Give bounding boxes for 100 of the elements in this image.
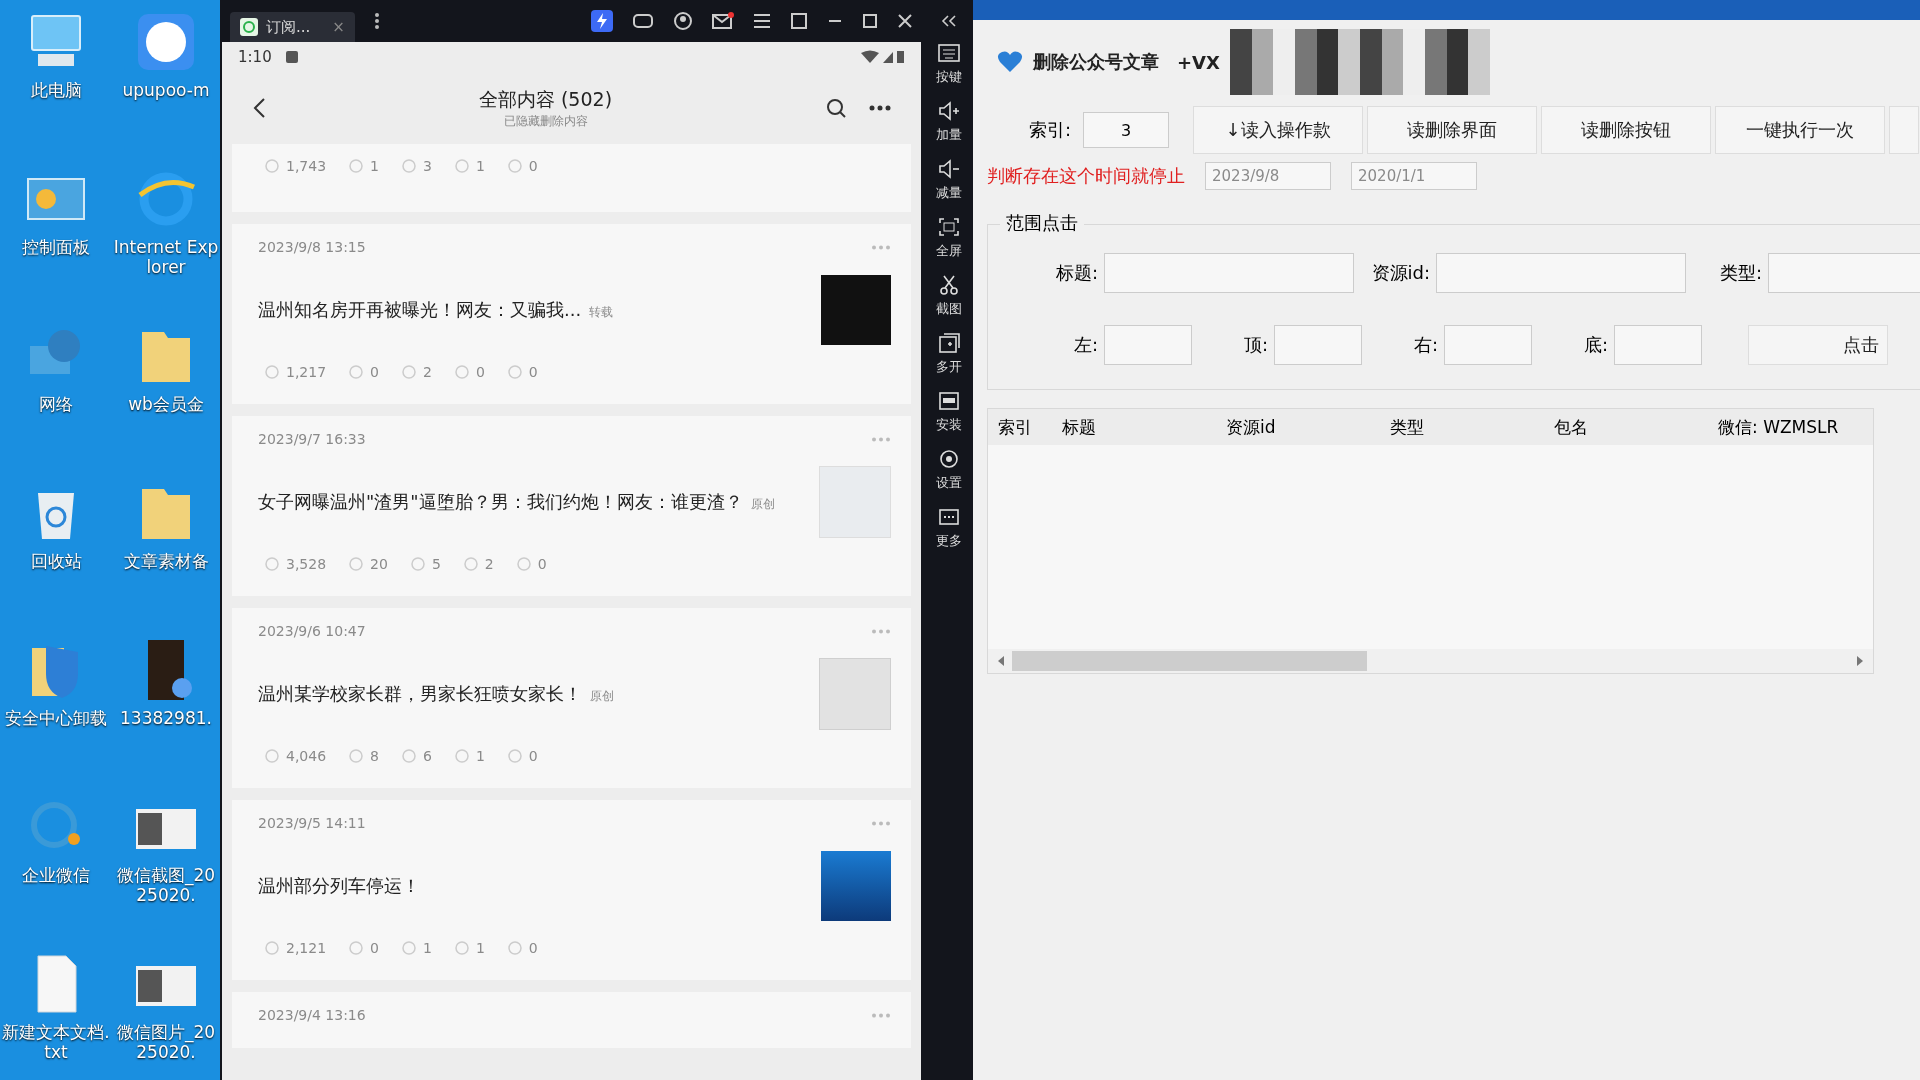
article-card[interactable]: 2023/9/6 10:47 温州某学校家长群，男家长狂喷女家长！ 原创 4,046 8 6 1 0 (232, 608, 911, 788)
stat-count: 1 (475, 940, 485, 956)
thumbnail-placeholder (821, 851, 891, 921)
desktop-icon-label: 微信图片_2025020. (115, 1022, 217, 1063)
lightning-icon[interactable] (591, 10, 613, 32)
scroll-right-icon[interactable] (1855, 656, 1863, 666)
article-title[interactable]: 温州知名房开再被曝光！网友：又骗我... (258, 298, 582, 322)
stat-count: 0 (475, 364, 485, 380)
keyboard-icon (937, 42, 961, 64)
text-field[interactable] (1436, 253, 1686, 293)
stat-count: 0 (528, 364, 538, 380)
heart-icon (997, 50, 1023, 74)
window-icon[interactable] (790, 12, 808, 30)
text-field[interactable] (1104, 325, 1192, 365)
app-icon (240, 18, 258, 36)
toolbar-button[interactable]: 加量 (936, 100, 962, 144)
menu-icon[interactable] (753, 13, 771, 29)
page-title: 全部内容 (502) (478, 86, 613, 112)
article-title[interactable]: 温州某学校家长群，男家长狂喷女家长！ (258, 682, 582, 706)
mail-icon[interactable] (712, 12, 734, 30)
field-label: 类型: (1718, 261, 1762, 285)
article-date: 2023/9/8 13:15 (258, 239, 366, 255)
index-field[interactable]: 3 (1083, 112, 1169, 148)
column-header[interactable]: 微信: WZMSLR (1718, 415, 1858, 439)
tab-label: 订阅... (266, 17, 311, 37)
article-title[interactable]: 温州部分列车停运！ (258, 874, 420, 898)
collapse-icon[interactable] (941, 14, 957, 28)
signal-icon (861, 50, 905, 64)
field-label: 右: (1412, 333, 1438, 357)
stat-count: 2 (423, 364, 432, 380)
article-date: 2023/9/5 14:11 (258, 815, 366, 831)
desktop-icon-label: 此电脑 (29, 80, 83, 101)
desktop-icon-label: 微信截图_2025020. (115, 865, 217, 906)
toolbar-button[interactable]: 全屏 (936, 216, 962, 260)
action-button[interactable]: 读删除按钮 (1541, 106, 1711, 154)
action-button[interactable]: 读删除界面 (1367, 106, 1537, 154)
desktop-icon-label: 文章素材备 (122, 551, 210, 572)
article-card[interactable]: 2023/9/7 16:33 女子网曝温州"渣男"逼堕胎？男：我们约炮！网友：谁更渣？ 原创 3,528 20 5 2 0 (232, 416, 911, 596)
column-header[interactable]: 标题 (1062, 415, 1226, 439)
settings-icon (937, 448, 961, 470)
page-subtitle: 已隐藏删除内容 (503, 112, 588, 130)
text-field[interactable] (1274, 325, 1362, 365)
tab-close-button[interactable]: × (332, 18, 345, 36)
back-icon[interactable] (252, 97, 266, 119)
stat-count: 0 (528, 158, 538, 174)
article-date: 2023/9/6 10:47 (258, 623, 366, 639)
text-field[interactable] (1614, 325, 1702, 365)
group-title: 范围点击 (1000, 211, 1084, 235)
column-header[interactable]: 包名 (1554, 415, 1718, 439)
column-header[interactable]: 类型 (1390, 415, 1554, 439)
toolbar-button[interactable]: 按键 (936, 42, 962, 86)
toolbar-button[interactable]: 更多 (936, 506, 962, 550)
stat-count: 8 (370, 748, 379, 764)
stat-count: 1 (475, 158, 485, 174)
toolbar-button[interactable]: 减量 (936, 158, 962, 202)
scroll-left-icon[interactable] (998, 656, 1006, 666)
field-label: 底: (1582, 333, 1608, 357)
close-icon[interactable] (897, 13, 913, 29)
toolbar-button[interactable]: 截图 (936, 274, 962, 318)
more-icon (937, 506, 961, 528)
click-button[interactable]: 点击 (1748, 325, 1888, 365)
stat-count: 0 (528, 940, 538, 956)
package-icon (937, 390, 961, 412)
action-button[interactable]: 一键执行一次 (1715, 106, 1885, 154)
more-icon[interactable] (869, 105, 891, 111)
stat-count: 5 (431, 556, 441, 572)
horizontal-scrollbar[interactable] (988, 649, 1873, 673)
article-title[interactable]: 女子网曝温州"渣男"逼堕胎？男：我们约炮！网友：谁更渣？ (258, 490, 743, 514)
text-field[interactable] (1444, 325, 1532, 365)
stat-count: 0 (370, 364, 379, 380)
stop-hint-text: 判断存在这个时间就停止 (987, 164, 1185, 188)
app-tab[interactable]: 订阅... × (230, 12, 355, 42)
action-button[interactable]: ↓读入操作款 (1193, 106, 1363, 154)
user-icon[interactable] (673, 11, 693, 31)
desktop-icon-label: 安全中心卸载 (4, 708, 108, 729)
article-date: 2023/9/7 16:33 (258, 431, 366, 447)
column-header[interactable]: 索引 (998, 415, 1062, 439)
toolbar-button[interactable]: 安装 (936, 390, 962, 434)
text-field[interactable] (1104, 253, 1354, 293)
article-card[interactable]: 2023/9/8 13:15 温州知名房开再被曝光！网友：又骗我... 转载 1,217 0 2 0 0 (232, 224, 911, 404)
stat-count: 0 (537, 556, 547, 572)
article-tag: 原创 (750, 496, 775, 513)
search-icon[interactable] (825, 97, 847, 119)
thumbnail-placeholder (819, 658, 891, 730)
notification-icon (285, 51, 298, 63)
stat-count: 1 (475, 748, 485, 764)
desktop-icon-label: 13382981. (119, 708, 213, 729)
stat-count: 1,217 (286, 364, 327, 380)
article-card[interactable]: 2023/9/5 14:11 温州部分列车停运！ 2,121 0 1 1 0 (232, 800, 911, 980)
stat-count: 6 (423, 748, 432, 764)
article-tag: 原创 (590, 688, 614, 705)
toolbar-button[interactable]: 多开 (936, 332, 962, 376)
toolbar-button[interactable]: 设置 (936, 448, 962, 492)
column-header[interactable]: 资源id (1226, 415, 1390, 439)
maximize-icon[interactable] (862, 13, 878, 29)
multi-window-icon (937, 332, 961, 354)
kebab-menu-icon[interactable] (373, 12, 380, 30)
fullscreen-icon (937, 216, 961, 238)
stat-count: 0 (370, 940, 379, 956)
field-label: 左: (1072, 333, 1098, 357)
